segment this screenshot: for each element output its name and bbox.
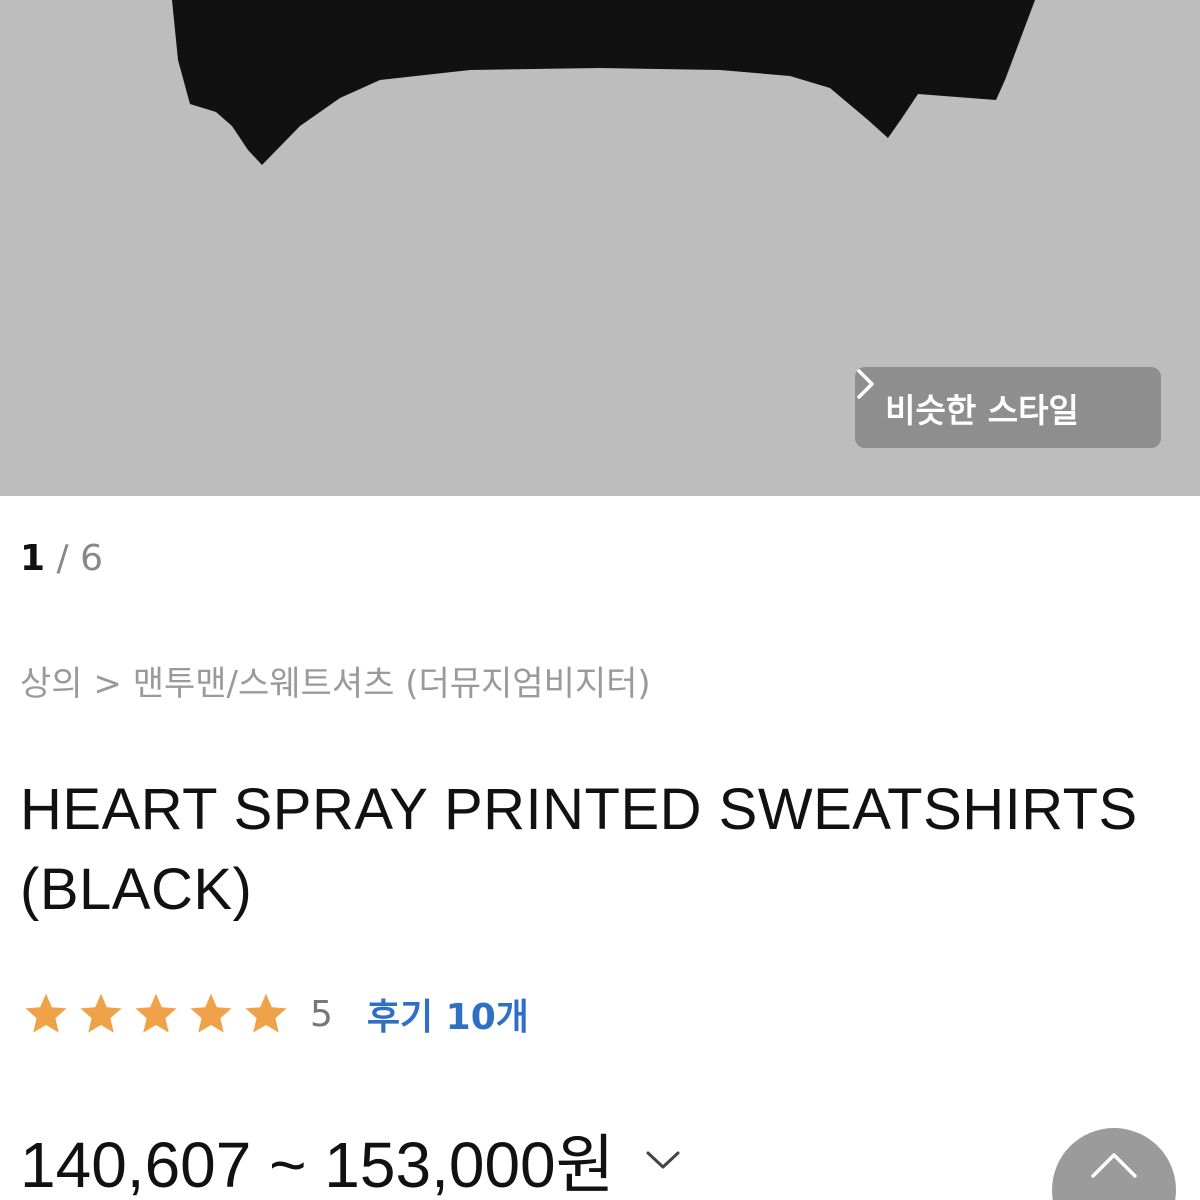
star-icon: [185, 988, 237, 1040]
product-image-gallery[interactable]: 비슷한 스타일: [0, 0, 1200, 496]
breadcrumb: 상의 > 맨투맨/스웨트셔츠 (더뮤지엄비지터): [20, 660, 651, 708]
pager-separator: /: [56, 538, 69, 579]
rating-stars: [20, 988, 292, 1040]
star-icon: [75, 988, 127, 1040]
breadcrumb-separator: >: [93, 664, 122, 704]
product-detail-page: 비슷한 스타일 1 / 6 상의 > 맨투맨/스웨트셔츠 (더뮤지엄비지터) H…: [0, 0, 1200, 1200]
similar-style-label: 비슷한 스타일: [885, 390, 1079, 430]
similar-style-button[interactable]: 비슷한 스타일: [855, 367, 1161, 448]
price-range: 140,607 ~ 153,000원: [20, 1129, 615, 1200]
rating-value: 5: [310, 993, 333, 1035]
review-count-link[interactable]: 후기 10개: [367, 988, 529, 1040]
breadcrumb-subcategory[interactable]: 맨투맨/스웨트셔츠: [133, 664, 395, 704]
star-icon: [240, 988, 292, 1040]
star-icon: [20, 988, 72, 1040]
product-rating: 5 후기 10개: [20, 986, 529, 1042]
image-pager: 1 / 6: [20, 536, 103, 582]
price-row: 140,607 ~ 153,000원: [20, 1120, 683, 1200]
pager-total: 6: [80, 538, 104, 579]
pager-current: 1: [20, 538, 46, 579]
breadcrumb-brand[interactable]: (더뮤지엄비지터): [405, 664, 651, 704]
product-title: HEART SPRAY PRINTED SWEATSHIRTS (BLACK): [20, 777, 1138, 922]
chevron-up-icon: [1091, 1153, 1137, 1178]
breadcrumb-category[interactable]: 상의: [20, 664, 83, 704]
chevron-right-icon: [857, 369, 1131, 423]
star-icon: [130, 988, 182, 1040]
scroll-to-top-button[interactable]: [1052, 1128, 1176, 1200]
chevron-down-icon[interactable]: [643, 1140, 683, 1180]
